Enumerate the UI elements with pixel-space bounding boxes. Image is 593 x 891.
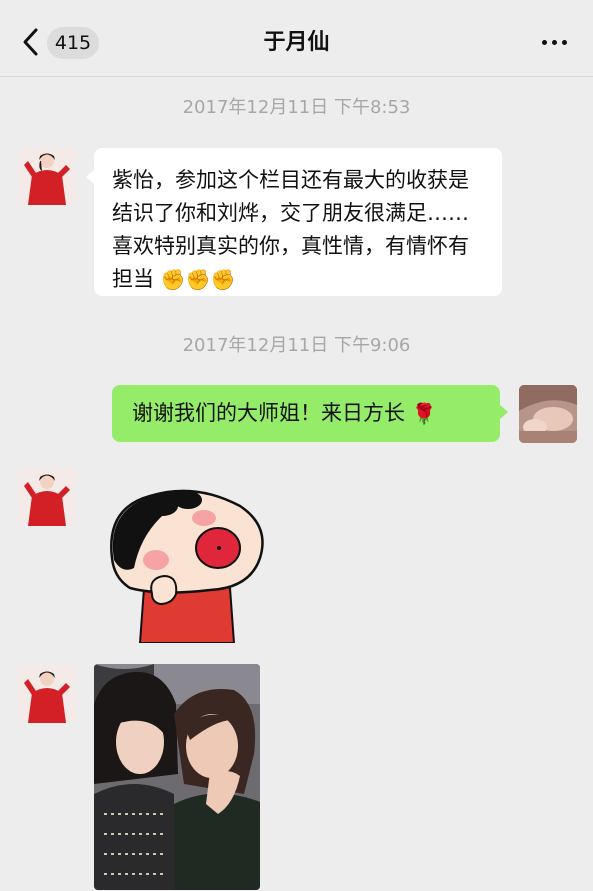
more-options-icon[interactable]: [540, 36, 570, 48]
message-bubble-incoming[interactable]: 紫怡，参加这个栏目还有最大的收获是结识了你和刘烨，交了朋友很满足……喜欢特别真实…: [86, 148, 502, 296]
self-avatar[interactable]: [519, 385, 577, 443]
message-bubble-outgoing[interactable]: 谢谢我们的大师姐！来日方长 🌹: [112, 385, 508, 442]
unread-count-badge[interactable]: 415: [47, 27, 99, 59]
fist-emoji: ✊✊✊: [160, 267, 236, 292]
message-timestamp: 2017年12月11日 下午8:53: [182, 97, 411, 118]
contact-avatar[interactable]: [18, 147, 76, 205]
chat-header: 415 于月仙: [0, 0, 593, 77]
rose-emoji: 🌹: [411, 401, 437, 426]
message-text: 谢谢我们的大师姐！来日方长: [132, 401, 405, 425]
photo-message[interactable]: [94, 664, 260, 890]
cartoon-sticker[interactable]: [100, 478, 270, 643]
contact-avatar[interactable]: [18, 468, 76, 526]
back-arrow-icon[interactable]: [20, 26, 42, 58]
contact-avatar[interactable]: [18, 665, 76, 723]
message-timestamp: 2017年12月11日 下午9:06: [182, 335, 411, 356]
